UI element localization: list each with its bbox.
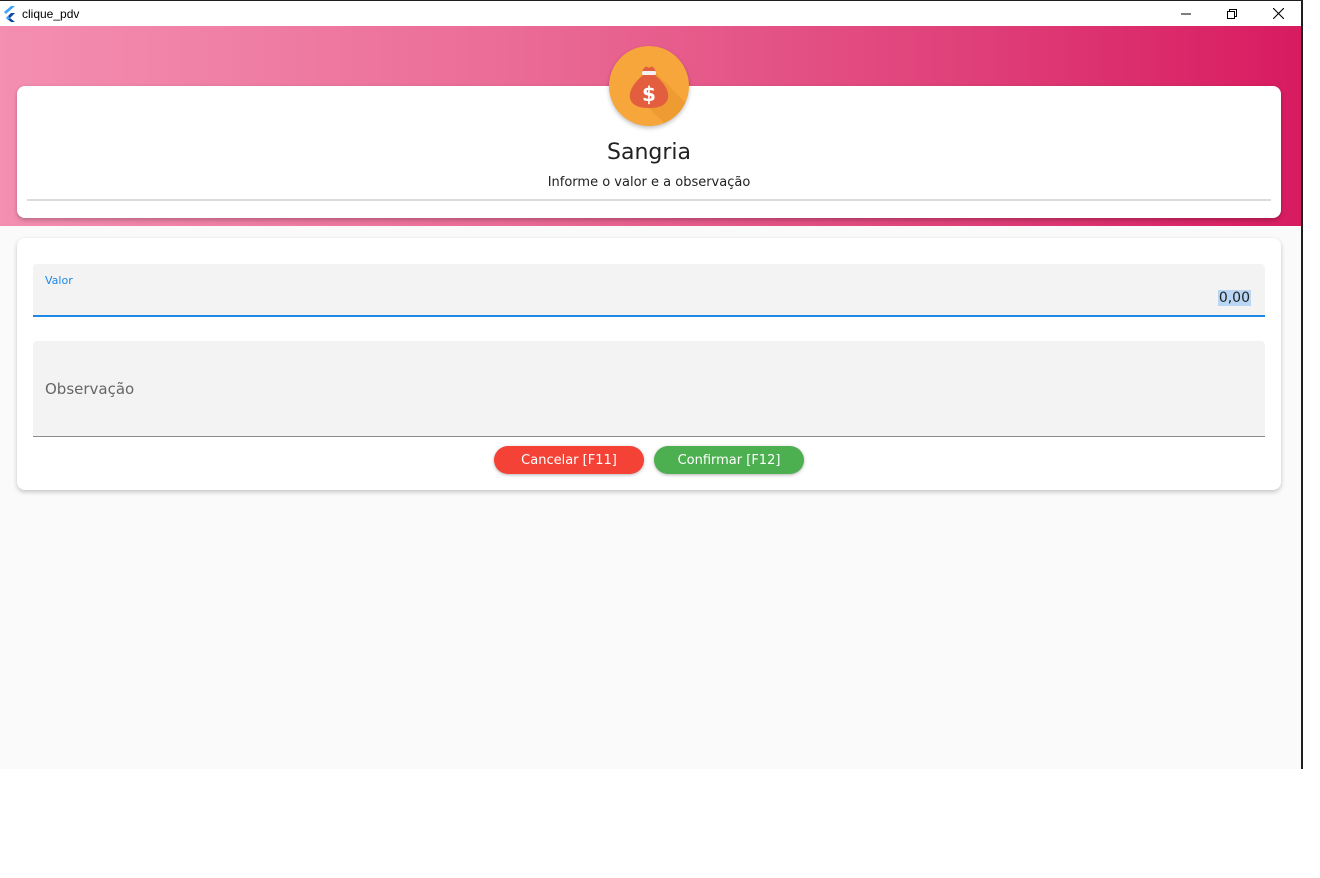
title-bar: clique_pdv	[0, 1, 1301, 26]
minimize-icon	[1181, 13, 1191, 14]
flutter-logo-icon	[2, 5, 18, 22]
restore-button[interactable]	[1209, 1, 1255, 26]
window-title: clique_pdv	[22, 6, 80, 21]
svg-text:$: $	[642, 82, 656, 106]
valor-field[interactable]: Valor 0,00	[33, 264, 1265, 317]
window-controls	[1163, 1, 1301, 26]
restore-icon	[1227, 8, 1237, 19]
page-subtitle: Informe o valor e a observação	[547, 175, 751, 190]
app-window: clique_pdv Sangria Informe o valor e a o…	[0, 0, 1303, 769]
minimize-button[interactable]	[1163, 1, 1209, 26]
cancel-button[interactable]: Cancelar [F11]	[494, 446, 644, 474]
confirm-button[interactable]: Confirmar [F12]	[654, 446, 804, 474]
observacao-label: Observação	[45, 380, 135, 398]
valor-input-value[interactable]: 0,00	[1217, 290, 1251, 306]
money-bag-icon: $	[629, 66, 689, 126]
page-title: Sangria	[607, 140, 691, 165]
header-divider	[27, 199, 1271, 201]
header-avatar: $	[609, 46, 689, 126]
valor-label: Valor	[45, 274, 73, 287]
observacao-field[interactable]: Observação	[33, 341, 1265, 437]
close-icon	[1272, 8, 1284, 19]
close-button[interactable]	[1255, 1, 1301, 26]
form-card: Valor 0,00 Observação Cancelar [F11] Con…	[17, 238, 1281, 490]
